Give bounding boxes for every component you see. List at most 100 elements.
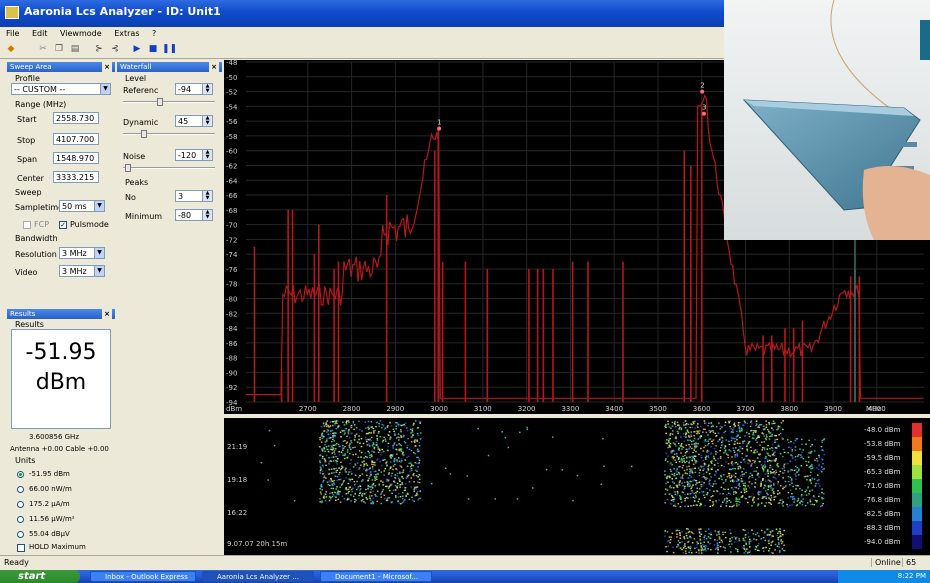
reference-spinner[interactable]: -94 ▲ ▼: [175, 83, 213, 95]
waterfall-display[interactable]: 21:19 19:18 16:22 9.07.07 20h 15m -48.0 …: [224, 418, 930, 555]
play-icon[interactable]: ▶: [130, 43, 144, 56]
video-select[interactable]: 3 MHz ▼: [59, 265, 105, 277]
waterfall-pixel: [665, 432, 667, 435]
waterfall-pixel: [768, 459, 771, 462]
window-title-bar[interactable]: Aaronia Lcs Analyzer - ID: Unit1: [0, 0, 724, 27]
cut-icon[interactable]: ✂: [36, 43, 50, 56]
reference-slider[interactable]: [123, 98, 215, 106]
copy-icon[interactable]: ❐: [52, 43, 66, 56]
waterfall-pixel: [703, 545, 705, 548]
waterfall-pixel: [381, 448, 383, 451]
spin-arrows-icon[interactable]: ▲ ▼: [202, 210, 212, 220]
waterfall-pixel: [787, 491, 790, 494]
waterfall-pixel: [686, 528, 688, 530]
waterfall-pixel: [768, 497, 770, 499]
unit-radio-uam[interactable]: [17, 501, 24, 508]
scale-label: -71.0 dBm: [864, 482, 901, 490]
slider-thumb[interactable]: [141, 130, 147, 138]
waterfall-pixel: [718, 422, 720, 424]
minimum-spinner[interactable]: -80 ▲ ▼: [175, 209, 213, 221]
diamond-icon[interactable]: ◆: [4, 43, 18, 56]
waterfall-pixel: [739, 445, 741, 448]
spin-arrows-icon[interactable]: ▲ ▼: [202, 191, 212, 201]
spin-arrows-icon[interactable]: ▲ ▼: [202, 150, 212, 160]
menu-file[interactable]: File: [6, 29, 19, 38]
waterfall-pixel: [791, 504, 793, 506]
unit-radio-nwm[interactable]: [17, 486, 24, 493]
slider-thumb[interactable]: [157, 98, 163, 106]
paste-icon[interactable]: ▤: [68, 43, 82, 56]
waterfall-pixel: [728, 473, 731, 475]
settings2-icon[interactable]: ⊰: [108, 43, 122, 56]
unit-radio-uwm2[interactable]: [17, 516, 24, 523]
waterfall-pixel: [363, 501, 365, 503]
noise-slider[interactable]: [123, 164, 215, 172]
close-icon[interactable]: ×: [102, 309, 112, 319]
waterfall-pixel: [796, 467, 799, 469]
waterfall-pixel: [430, 482, 433, 485]
stop-field[interactable]: 4107.700: [53, 133, 99, 145]
dynamic-spinner[interactable]: 45 ▲ ▼: [175, 115, 213, 127]
close-icon[interactable]: ×: [102, 62, 112, 72]
waterfall-pixel: [811, 467, 814, 469]
peaks-no-spinner[interactable]: 3 ▲ ▼: [175, 190, 213, 202]
waterfall-pixel: [328, 473, 330, 475]
start-field[interactable]: 2558.730: [53, 112, 99, 124]
task-document[interactable]: Document1 - Microsof...: [320, 571, 432, 582]
profile-select[interactable]: -- CUSTOM -- ▼: [11, 83, 111, 95]
waterfall-pixel: [681, 548, 683, 551]
waterfall-pixel: [715, 435, 718, 437]
sampletime-select[interactable]: 50 ms ▼: [59, 200, 105, 212]
waterfall-pixel: [816, 479, 819, 482]
waterfall-pixel: [820, 466, 823, 468]
waterfall-pixel: [772, 452, 775, 454]
task-analyzer[interactable]: Aaronia Lcs Analyzer ...: [202, 571, 314, 582]
waterfall-pixel: [665, 482, 667, 485]
waterfall-pixel: [699, 504, 701, 507]
waterfall-pixel: [759, 453, 762, 455]
waterfall-pixel: [371, 450, 373, 452]
waterfall-pixel: [367, 479, 370, 481]
antenna-cable: Antenna +0.00 Cable +0.00: [10, 445, 109, 453]
pulsmode-checkbox[interactable]: ✓: [59, 221, 67, 229]
waterfall-pixel: [322, 479, 325, 482]
waterfall-pixel: [743, 435, 746, 438]
menu-help[interactable]: ?: [152, 29, 156, 38]
span-field[interactable]: 1548.970: [53, 152, 99, 164]
center-field[interactable]: 3333.215: [53, 171, 99, 183]
waterfall-pixel: [712, 439, 715, 441]
waterfall-pixel: [715, 483, 717, 485]
waterfall-pixel: [795, 485, 797, 487]
waterfall-pixel: [752, 434, 754, 436]
menu-edit[interactable]: Edit: [32, 29, 48, 38]
waterfall-pixel: [783, 469, 786, 472]
waterfall-pixel: [703, 476, 705, 478]
unit-radio-dbuv[interactable]: [17, 531, 24, 538]
waterfall-pixel: [381, 423, 384, 426]
spin-arrows-icon[interactable]: ▲ ▼: [202, 116, 212, 126]
waterfall-pixel: [680, 457, 683, 460]
waterfall-pixel: [673, 468, 675, 470]
menu-viewmode[interactable]: Viewmode: [60, 29, 102, 38]
waterfall-pixel: [402, 501, 404, 504]
waterfall-pixel: [733, 423, 735, 426]
waterfall-pixel: [389, 437, 391, 440]
waterfall-pixel: [744, 461, 746, 463]
pause-icon[interactable]: ❚❚: [162, 43, 177, 56]
unit-radio-dbm[interactable]: [17, 471, 24, 478]
close-icon[interactable]: ×: [209, 62, 219, 72]
fcp-checkbox[interactable]: [23, 221, 31, 229]
menu-extras[interactable]: Extras: [114, 29, 139, 38]
hold-maximum-checkbox[interactable]: [17, 544, 25, 552]
settings-icon[interactable]: ⊱: [92, 43, 106, 56]
start-button[interactable]: start: [0, 570, 80, 583]
slider-thumb[interactable]: [125, 164, 131, 172]
dynamic-slider[interactable]: [123, 130, 215, 138]
waterfall-pixel: [722, 474, 725, 476]
resolution-select[interactable]: 3 MHz ▼: [59, 247, 105, 259]
spin-arrows-icon[interactable]: ▲ ▼: [202, 84, 212, 94]
task-outlook[interactable]: Inbox - Outlook Express: [90, 571, 196, 582]
stop-icon[interactable]: ■: [146, 43, 160, 56]
noise-spinner[interactable]: -120 ▲ ▼: [175, 149, 213, 161]
waterfall-pixel: [768, 534, 771, 536]
